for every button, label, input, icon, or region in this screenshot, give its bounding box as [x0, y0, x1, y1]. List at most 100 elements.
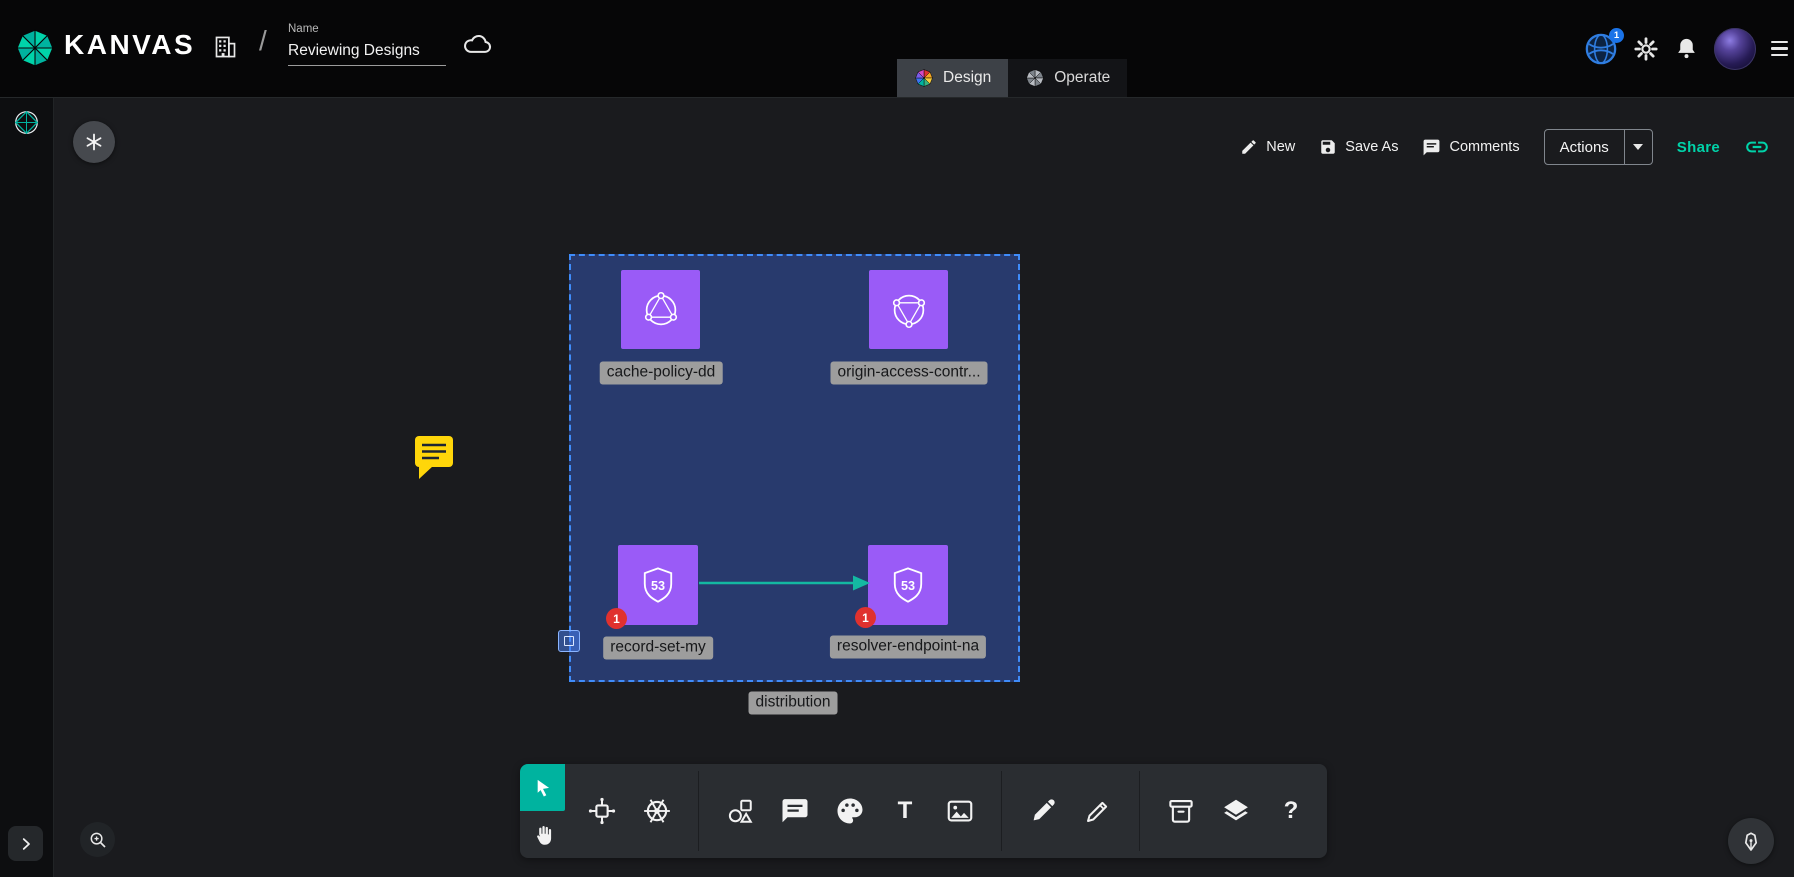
tab-design-label: Design [943, 69, 991, 87]
settings-button[interactable] [1633, 36, 1659, 62]
dock-separator [698, 771, 699, 851]
dock-icon-row: T [568, 764, 1327, 858]
brand-name: KANVAS [64, 29, 195, 61]
helm-wheel-icon [642, 796, 672, 826]
component-tool-button[interactable] [586, 795, 618, 827]
layers-tool-button[interactable] [1220, 795, 1252, 827]
cloudfront-globe-icon [638, 287, 684, 333]
zoom-in-icon [88, 830, 108, 850]
canvas-widgets-button[interactable] [73, 121, 115, 163]
archive-icon [1166, 796, 1196, 826]
account-badge: 1 [1609, 28, 1624, 43]
design-tab-icon [914, 68, 934, 88]
helm-chart-tool-button[interactable] [641, 795, 673, 827]
component-icon [587, 796, 617, 826]
zoom-in-button[interactable] [80, 822, 115, 857]
cloud-account-button[interactable]: 1 [1584, 32, 1618, 66]
group-connection-handle[interactable] [558, 630, 580, 652]
resolver-issue-badge[interactable]: 1 [855, 607, 876, 628]
pen-tool-button[interactable] [1082, 795, 1114, 827]
notifications-button[interactable] [1674, 36, 1699, 61]
tab-operate-label: Operate [1054, 69, 1110, 87]
save-as-button[interactable]: Save As [1319, 138, 1398, 156]
save-as-label: Save As [1345, 139, 1398, 155]
shapes-icon [725, 796, 755, 826]
group-label-distribution[interactable]: distribution [749, 692, 838, 715]
palette-icon [835, 796, 865, 826]
app-root: KANVAS / Name [0, 0, 1794, 877]
comment-pin[interactable] [412, 433, 456, 481]
pen-icon [1083, 796, 1113, 826]
node-record-set[interactable]: 53 [618, 545, 698, 625]
cloudfront-globe-icon [886, 287, 932, 333]
kanvas-logo-icon[interactable] [14, 27, 56, 69]
node-label-resolver[interactable]: resolver-endpoint-na [830, 636, 986, 659]
cloud-sync-icon[interactable] [462, 31, 493, 55]
menu-button[interactable] [1771, 41, 1788, 56]
new-button[interactable]: New [1240, 138, 1295, 156]
comment-icon [1422, 138, 1441, 157]
archive-tool-button[interactable] [1165, 795, 1197, 827]
design-name-label: Name [288, 23, 319, 35]
help-icon: ? [1284, 799, 1299, 823]
help-tool-button[interactable]: ? [1275, 795, 1307, 827]
text-tool-icon: T [898, 799, 913, 823]
actions-label[interactable]: Actions [1545, 130, 1624, 164]
left-sidebar [0, 97, 54, 877]
header-right-cluster: 1 [1584, 0, 1788, 97]
edge-record-set-to-resolver[interactable] [697, 571, 873, 595]
shapes-tool-button[interactable] [724, 795, 756, 827]
node-label-cache-policy[interactable]: cache-policy-dd [600, 362, 723, 385]
actions-split-button[interactable]: Actions [1544, 129, 1653, 165]
pen-assistant-button[interactable] [1728, 818, 1774, 864]
meshery-logo-icon[interactable] [13, 109, 40, 136]
comments-button[interactable]: Comments [1422, 138, 1519, 157]
chevron-down-icon [1633, 144, 1643, 150]
sidebar-expand-button[interactable] [8, 826, 43, 861]
copy-link-button[interactable] [1744, 134, 1770, 160]
palette-tool-button[interactable] [834, 795, 866, 827]
dock-separator [1001, 771, 1002, 851]
image-icon [945, 796, 975, 826]
link-icon [1744, 134, 1770, 160]
node-origin-access-control[interactable] [869, 270, 948, 349]
route53-shield-icon: 53 [885, 562, 931, 608]
breadcrumb-separator: / [259, 25, 267, 57]
node-resolver-endpoint[interactable]: 53 [868, 545, 948, 625]
comment-tool-button[interactable] [779, 795, 811, 827]
user-avatar[interactable] [1714, 28, 1756, 70]
dock-pointer-tools [520, 764, 568, 858]
bell-icon [1674, 36, 1699, 61]
asterisk-icon [84, 132, 104, 152]
image-tool-button[interactable] [944, 795, 976, 827]
actions-dropdown-button[interactable] [1624, 130, 1652, 164]
cursor-icon [532, 777, 554, 799]
text-tool-button[interactable]: T [889, 795, 921, 827]
marker-tool-button[interactable] [1027, 795, 1059, 827]
node-label-record-set[interactable]: record-set-my [603, 637, 713, 660]
node-label-origin-access[interactable]: origin-access-contr... [831, 362, 988, 385]
tab-operate[interactable]: Operate [1008, 59, 1127, 97]
pencil-icon [1240, 138, 1258, 156]
marker-icon [1028, 796, 1058, 826]
svg-text:53: 53 [651, 579, 665, 593]
header: KANVAS / Name [0, 0, 1794, 98]
route53-shield-icon: 53 [635, 562, 681, 608]
pan-tool-button[interactable] [520, 811, 568, 858]
dock-separator [1139, 771, 1140, 851]
comments-label: Comments [1449, 139, 1519, 155]
tab-design[interactable]: Design [897, 59, 1008, 97]
svg-text:53: 53 [901, 579, 915, 593]
hand-icon [532, 823, 556, 847]
chevron-right-icon [17, 835, 35, 853]
new-label: New [1266, 139, 1295, 155]
mode-tabs: Design Operate [897, 59, 1127, 97]
select-tool-button[interactable] [520, 764, 565, 811]
pen-nib-icon [1739, 829, 1763, 853]
design-name-input[interactable] [288, 40, 446, 66]
comment-bubble-icon [780, 796, 810, 826]
node-cache-policy[interactable] [621, 270, 700, 349]
record-set-issue-badge[interactable]: 1 [606, 608, 627, 629]
share-button[interactable]: Share [1677, 139, 1720, 156]
organization-icon[interactable] [212, 32, 239, 62]
